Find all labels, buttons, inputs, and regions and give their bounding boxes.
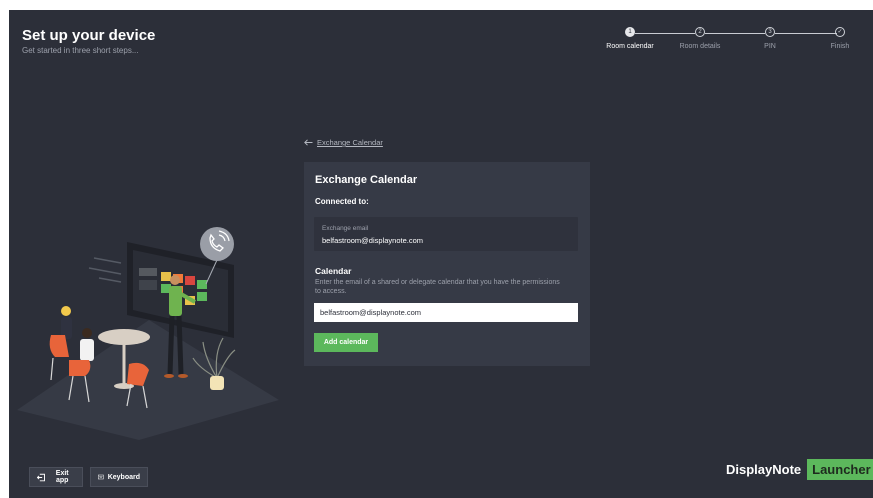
exchange-email-box: Exchange email belfastroom@displaynote.c… bbox=[314, 217, 578, 251]
page-title: Set up your device bbox=[22, 27, 156, 44]
calendar-help-text: Enter the email of a shared or delegate … bbox=[315, 279, 560, 295]
exchange-calendar-card: Exchange Calendar Connected to: Exchange… bbox=[304, 162, 590, 366]
setup-stepper: 1 Room calendar 2 Room details 3 PIN ✓ F… bbox=[599, 24, 859, 64]
page-subtitle: Get started in three short steps... bbox=[22, 46, 139, 55]
back-link-label: Exchange Calendar bbox=[317, 138, 383, 147]
step-indicator: ✓ bbox=[835, 27, 845, 37]
step-room-calendar: 1 Room calendar bbox=[600, 27, 660, 50]
step-label: Room details bbox=[679, 43, 721, 50]
add-calendar-button[interactable]: Add calendar bbox=[314, 333, 378, 352]
brand-tag: Launcher bbox=[807, 458, 873, 480]
exit-app-label: Exit app bbox=[55, 470, 69, 484]
step-indicator: 3 bbox=[765, 27, 775, 37]
step-finish: ✓ Finish bbox=[810, 27, 870, 50]
exchange-email-label: Exchange email bbox=[322, 225, 369, 232]
keyboard-icon bbox=[98, 474, 104, 480]
step-indicator: 1 bbox=[625, 27, 635, 37]
brand-logo: DisplayNote Launcher bbox=[726, 458, 873, 480]
back-link[interactable]: Exchange Calendar bbox=[304, 138, 383, 147]
exchange-email-value: belfastroom@displaynote.com bbox=[322, 236, 423, 245]
exit-app-button[interactable]: Exit app bbox=[29, 467, 83, 487]
arrow-left-icon bbox=[304, 139, 313, 146]
brand-name: DisplayNote bbox=[726, 461, 802, 477]
calendar-email-input[interactable] bbox=[314, 303, 578, 322]
keyboard-label: Keyboard bbox=[107, 473, 140, 481]
step-pin: 3 PIN bbox=[740, 27, 800, 50]
step-indicator: 2 bbox=[695, 27, 705, 37]
keyboard-button[interactable]: Keyboard bbox=[90, 467, 148, 487]
step-room-details: 2 Room details bbox=[670, 27, 730, 50]
step-label: PIN bbox=[764, 43, 776, 50]
card-title: Exchange Calendar bbox=[315, 174, 418, 186]
setup-screen: Set up your device Get started in three … bbox=[9, 10, 873, 498]
step-label: Finish bbox=[830, 43, 850, 50]
step-label: Room calendar bbox=[606, 43, 654, 50]
meeting-room-illustration bbox=[17, 227, 279, 440]
exit-icon bbox=[37, 473, 45, 481]
connected-label: Connected to: bbox=[315, 197, 369, 206]
calendar-label: Calendar bbox=[315, 266, 352, 276]
